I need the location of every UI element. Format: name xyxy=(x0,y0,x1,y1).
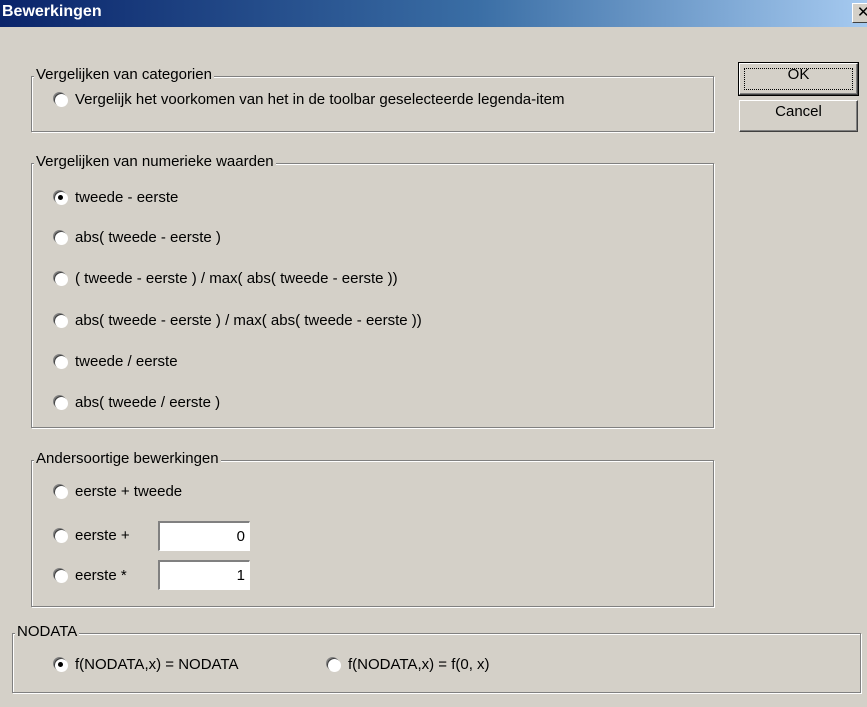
radio-button[interactable] xyxy=(54,191,67,204)
cancel-button-label: Cancel xyxy=(775,103,822,120)
radio-label: f(NODATA,x) = NODATA xyxy=(75,656,239,673)
radio-eerste-times-constant[interactable]: eerste * xyxy=(54,567,127,584)
bewerkingen-dialog: Bewerkingen ✕ OK Cancel Vergelijken van … xyxy=(0,0,867,707)
multiply-constant-input[interactable] xyxy=(158,560,250,590)
close-button[interactable]: ✕ xyxy=(852,3,867,23)
window-title: Bewerkingen xyxy=(2,3,102,20)
radio-abs-diff[interactable]: abs( tweede - eerste ) xyxy=(54,229,221,246)
close-icon: ✕ xyxy=(857,4,867,21)
radio-eerste-plus-constant[interactable]: eerste + xyxy=(54,527,130,544)
radio-label: eerste + xyxy=(75,527,130,544)
group-categories-title: Vergelijken van categorien xyxy=(34,66,214,83)
radio-button[interactable] xyxy=(54,485,67,498)
radio-eerste-plus-tweede[interactable]: eerste + tweede xyxy=(54,483,182,500)
radio-diff-normalized[interactable]: ( tweede - eerste ) / max( abs( tweede -… xyxy=(54,270,398,287)
group-numeric: Vergelijken van numerieke waarden tweede… xyxy=(31,153,714,428)
group-other-operations: Andersoortige bewerkingen eerste + tweed… xyxy=(31,450,714,607)
radio-label: abs( tweede / eerste ) xyxy=(75,394,221,411)
radio-label: eerste + tweede xyxy=(75,483,183,500)
radio-label: abs( tweede - eerste ) xyxy=(75,229,221,246)
radio-nodata-as-zero[interactable]: f(NODATA,x) = f(0, x) xyxy=(327,656,490,673)
radio-label: Vergelijk het voorkomen van het in de to… xyxy=(75,91,565,108)
group-nodata: NODATA f(NODATA,x) = NODATA f(NODATA,x) … xyxy=(12,623,861,693)
ok-button-label: OK xyxy=(787,66,810,83)
radio-label: ( tweede - eerste ) / max( abs( tweede -… xyxy=(75,270,398,287)
radio-button[interactable] xyxy=(54,529,67,542)
radio-label: f(NODATA,x) = f(0, x) xyxy=(348,656,490,673)
cancel-button[interactable]: Cancel xyxy=(739,100,858,132)
radio-button[interactable] xyxy=(54,272,67,285)
group-nodata-title: NODATA xyxy=(15,623,80,640)
radio-button[interactable] xyxy=(54,314,67,327)
radio-abs-ratio[interactable]: abs( tweede / eerste ) xyxy=(54,394,220,411)
group-other-title: Andersoortige bewerkingen xyxy=(34,450,221,467)
radio-button[interactable] xyxy=(54,93,67,106)
radio-nodata-propagate[interactable]: f(NODATA,x) = NODATA xyxy=(54,656,238,673)
radio-label: tweede - eerste xyxy=(75,189,179,206)
radio-button[interactable] xyxy=(54,355,67,368)
ok-button[interactable]: OK xyxy=(738,62,859,96)
title-bar[interactable]: Bewerkingen ✕ xyxy=(0,0,867,27)
group-numeric-title: Vergelijken van numerieke waarden xyxy=(34,153,276,170)
radio-label: abs( tweede - eerste ) / max( abs( tweed… xyxy=(75,312,422,329)
radio-button[interactable] xyxy=(327,658,340,671)
radio-tweede-min-eerste[interactable]: tweede - eerste xyxy=(54,189,178,206)
radio-button[interactable] xyxy=(54,396,67,409)
radio-abs-diff-normalized[interactable]: abs( tweede - eerste ) / max( abs( tweed… xyxy=(54,312,422,329)
radio-label: tweede / eerste xyxy=(75,353,178,370)
group-categories: Vergelijken van categorien Vergelijk het… xyxy=(31,66,714,132)
radio-ratio[interactable]: tweede / eerste xyxy=(54,353,178,370)
radio-compare-legend-item[interactable]: Vergelijk het voorkomen van het in de to… xyxy=(54,91,564,108)
radio-label: eerste * xyxy=(75,567,127,584)
radio-button[interactable] xyxy=(54,569,67,582)
radio-button[interactable] xyxy=(54,658,67,671)
add-constant-input[interactable] xyxy=(158,521,250,551)
radio-button[interactable] xyxy=(54,231,67,244)
